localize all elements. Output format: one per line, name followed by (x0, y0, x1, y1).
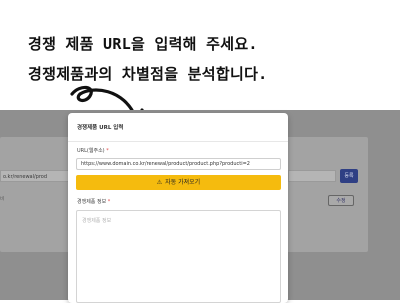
headline-line-2: 경쟁제품과의 차별점을 분석합니다. (28, 65, 268, 83)
edit-button: 수정 (328, 195, 354, 206)
background-url-field-right (288, 170, 336, 182)
register-button: 등록 (340, 169, 358, 183)
url-input[interactable]: https://www.domain.co.kr/renewal/product… (76, 158, 281, 170)
background-url-field: o.kr/renewal/prod (0, 170, 72, 182)
auto-fetch-label: 자동 가져오기 (165, 179, 201, 186)
competitor-url-modal: 경쟁제품 URL 입력 URL(웹주소) * https://www.domai… (68, 113, 288, 303)
headline-line-1: 경쟁 제품 URL을 입력해 주세요. (28, 35, 258, 53)
modal-title: 경쟁제품 URL 입력 (77, 125, 124, 131)
required-mark: * (106, 148, 109, 154)
url-field-label: URL(웹주소) * (77, 147, 109, 154)
url-label-text: URL(웹주소) (77, 148, 105, 154)
auto-fetch-button[interactable]: ⚠ 자동 가져오기 (76, 175, 281, 190)
warning-icon: ⚠ (156, 179, 163, 186)
background-small-label: 비 (0, 197, 5, 202)
info-placeholder: 경쟁제품 정보 (82, 218, 112, 224)
modal-header: 경쟁제품 URL 입력 (68, 113, 288, 142)
info-label-text: 경쟁제품 정보 (77, 199, 107, 205)
required-mark: * (107, 199, 111, 205)
competitor-info-textarea[interactable]: 경쟁제품 정보 (76, 210, 281, 303)
info-field-label: 경쟁제품 정보 * (77, 198, 110, 205)
